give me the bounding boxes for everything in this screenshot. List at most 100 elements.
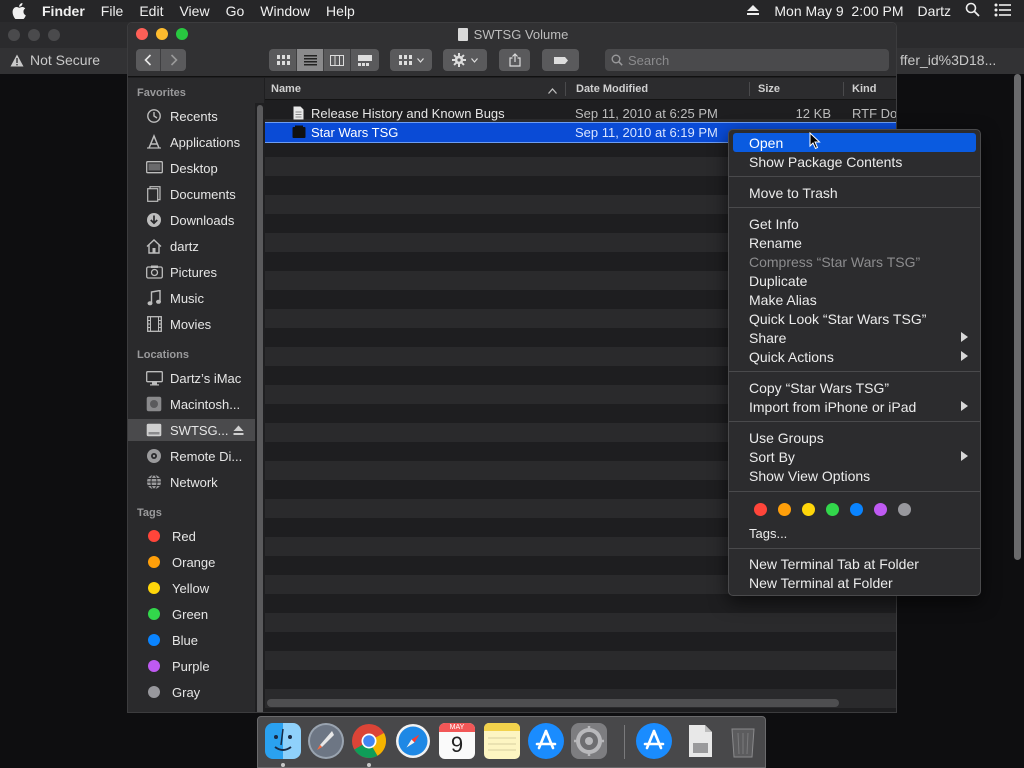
tag-color-purple[interactable] xyxy=(874,503,887,516)
spotlight-search-icon[interactable] xyxy=(965,2,980,20)
sidebar-item-desktop[interactable]: Desktop xyxy=(128,157,264,179)
context-menu: Open Show Package Contents Move to Trash… xyxy=(728,129,981,596)
sidebar-item-pictures[interactable]: Pictures xyxy=(128,261,264,283)
menu-item-make-alias[interactable]: Make Alias xyxy=(733,290,976,309)
column-date-header[interactable]: Date Modified xyxy=(576,83,648,95)
sidebar-item-home[interactable]: dartz xyxy=(128,235,264,257)
url-fragment: ffer_id%3D18... xyxy=(900,52,997,68)
system-preferences-icon[interactable] xyxy=(571,723,607,759)
calendar-icon[interactable]: MAY 9 xyxy=(439,723,475,759)
menu-item-quick-look[interactable]: Quick Look “Star Wars TSG” xyxy=(733,309,976,328)
menu-window[interactable]: Window xyxy=(252,3,318,19)
tag-color-gray[interactable] xyxy=(898,503,911,516)
calendar-month: MAY xyxy=(439,723,475,732)
sidebar-item-swtsg-volume[interactable]: SWTSG... xyxy=(128,419,264,441)
gallery-view-button[interactable] xyxy=(351,49,378,71)
menu-item-new-terminal[interactable]: New Terminal at Folder xyxy=(733,573,976,592)
sidebar-tag-blue[interactable]: Blue xyxy=(128,629,264,651)
gear-icon xyxy=(452,53,466,67)
trash-icon[interactable] xyxy=(725,723,761,759)
search-input[interactable] xyxy=(628,52,868,68)
sidebar-item-remote-disc[interactable]: Remote Di... xyxy=(128,445,264,467)
sidebar-item-movies[interactable]: Movies xyxy=(128,313,264,335)
menu-item-new-terminal-tab[interactable]: New Terminal Tab at Folder xyxy=(733,554,976,573)
sidebar-tag-green[interactable]: Green xyxy=(128,603,264,625)
menu-app-name[interactable]: Finder xyxy=(38,3,93,19)
menu-item-move-to-trash[interactable]: Move to Trash xyxy=(733,183,976,202)
sidebar-item-downloads[interactable]: Downloads xyxy=(128,209,264,231)
sidebar-tag-yellow[interactable]: Yellow xyxy=(128,577,264,599)
sidebar-item-recents[interactable]: Recents xyxy=(128,105,264,127)
sidebar-item-macintosh-hd[interactable]: Macintosh... xyxy=(128,393,264,415)
sidebar-item-music[interactable]: Music xyxy=(128,287,264,309)
browser-scrollbar[interactable] xyxy=(1014,74,1021,560)
column-size-header[interactable]: Size xyxy=(758,83,780,95)
menu-item-sort-by[interactable]: Sort By xyxy=(733,447,976,466)
tag-color-yellow[interactable] xyxy=(802,503,815,516)
grid-icon xyxy=(398,54,412,65)
menu-item-share[interactable]: Share xyxy=(733,328,976,347)
menu-help[interactable]: Help xyxy=(318,3,363,19)
chrome-icon[interactable] xyxy=(351,723,387,759)
sidebar-scrollbar[interactable] xyxy=(255,103,265,712)
tag-color-red[interactable] xyxy=(754,503,767,516)
sidebar-tag-purple[interactable]: Purple xyxy=(128,655,264,677)
column-kind-header[interactable]: Kind xyxy=(852,83,876,95)
app-store-icon[interactable] xyxy=(636,723,672,759)
sidebar-item-network[interactable]: Network xyxy=(128,471,264,493)
security-indicator[interactable]: Not Secure xyxy=(10,52,100,68)
back-button[interactable] xyxy=(136,49,161,71)
tag-color-blue[interactable] xyxy=(850,503,863,516)
finder-icon[interactable] xyxy=(265,723,301,759)
horizontal-scrollbar[interactable] xyxy=(267,699,839,707)
menu-file[interactable]: File xyxy=(93,3,132,19)
column-view-button[interactable] xyxy=(324,49,351,71)
menu-item-tags[interactable]: Tags... xyxy=(733,524,976,543)
menu-item-show-view-options[interactable]: Show View Options xyxy=(733,466,976,485)
menu-item-copy[interactable]: Copy “Star Wars TSG” xyxy=(733,378,976,397)
menu-item-use-groups[interactable]: Use Groups xyxy=(733,428,976,447)
eject-icon[interactable] xyxy=(746,3,760,19)
scrollbar-thumb[interactable] xyxy=(257,105,263,712)
sidebar-item-imac[interactable]: Dartz’s iMac xyxy=(128,367,264,389)
tag-color-orange[interactable] xyxy=(778,503,791,516)
document-icon[interactable] xyxy=(682,723,718,759)
menu-view[interactable]: View xyxy=(171,3,217,19)
sidebar-tag-gray[interactable]: Gray xyxy=(128,681,264,703)
search-field[interactable] xyxy=(605,49,889,71)
menu-item-import-iphone[interactable]: Import from iPhone or iPad xyxy=(733,397,976,416)
sidebar-item-label: Desktop xyxy=(170,160,218,176)
menu-item-duplicate[interactable]: Duplicate xyxy=(733,271,976,290)
action-button[interactable] xyxy=(443,49,487,71)
sidebar-item-documents[interactable]: Documents xyxy=(128,183,264,205)
list-view-button[interactable] xyxy=(297,49,324,71)
tag-color-green[interactable] xyxy=(826,503,839,516)
menu-item-open[interactable]: Open xyxy=(733,133,976,152)
notes-icon[interactable] xyxy=(484,723,520,759)
table-row[interactable]: Release History and Known Bugs Sep 11, 2… xyxy=(265,104,896,123)
share-button[interactable] xyxy=(499,49,530,71)
user-name[interactable]: Dartz xyxy=(918,3,951,19)
eject-icon[interactable] xyxy=(233,424,244,439)
clock[interactable]: Mon May 9 2:00 PM xyxy=(774,3,903,19)
apple-menu-icon[interactable] xyxy=(0,3,38,19)
icon-view-button[interactable] xyxy=(270,49,297,71)
sidebar-tag-orange[interactable]: Orange xyxy=(128,551,264,573)
menu-item-show-package-contents[interactable]: Show Package Contents xyxy=(733,152,976,171)
sidebar-tag-red[interactable]: Red xyxy=(128,525,264,547)
menu-item-rename[interactable]: Rename xyxy=(733,233,976,252)
column-name-header[interactable]: Name xyxy=(271,83,301,95)
safari-icon[interactable] xyxy=(395,723,431,759)
notification-center-icon[interactable] xyxy=(994,3,1012,20)
menu-edit[interactable]: Edit xyxy=(131,3,171,19)
group-button[interactable] xyxy=(390,49,432,71)
menu-go[interactable]: Go xyxy=(218,3,253,19)
app-store-icon[interactable] xyxy=(528,723,564,759)
menu-item-quick-actions[interactable]: Quick Actions xyxy=(733,347,976,366)
launchpad-icon[interactable] xyxy=(308,723,344,759)
sidebar-item-applications[interactable]: Applications xyxy=(128,131,264,153)
forward-button[interactable] xyxy=(161,49,186,71)
menu-item-get-info[interactable]: Get Info xyxy=(733,214,976,233)
sort-chevron-up-icon[interactable] xyxy=(548,85,557,97)
tag-button[interactable] xyxy=(542,49,579,71)
